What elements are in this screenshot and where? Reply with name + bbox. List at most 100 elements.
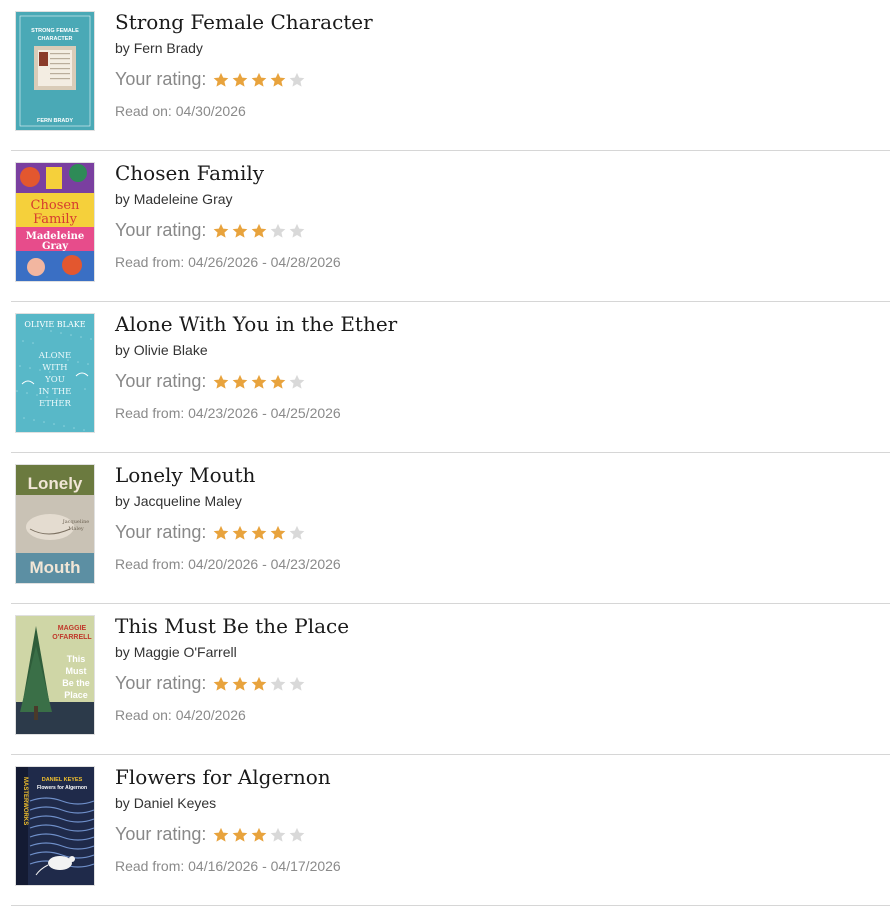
svg-text:Maley: Maley (68, 526, 84, 532)
author-prefix: by (115, 644, 130, 660)
star-filled-icon[interactable] (231, 524, 249, 542)
rating-line: Your rating: (115, 371, 307, 392)
book-cover-image[interactable]: Chosen Family Madeleine Gray (16, 163, 94, 281)
star-filled-icon[interactable] (250, 222, 268, 240)
svg-text:DANIEL KEYES: DANIEL KEYES (42, 777, 83, 783)
star-empty-icon[interactable] (288, 222, 306, 240)
star-empty-icon[interactable] (288, 373, 306, 391)
star-filled-icon[interactable] (231, 373, 249, 391)
svg-text:Gray: Gray (42, 241, 69, 252)
star-empty-icon[interactable] (269, 675, 287, 693)
star-filled-icon[interactable] (212, 524, 230, 542)
star-filled-icon[interactable] (231, 826, 249, 844)
read-dates: Read from: 04/26/2026 - 04/28/2026 (115, 254, 341, 270)
star-filled-icon[interactable] (269, 71, 287, 89)
svg-text:FERN BRADY: FERN BRADY (37, 118, 73, 124)
star-empty-icon[interactable] (288, 826, 306, 844)
book-row[interactable]: Chosen Family Madeleine Gray Chosen Family by… (11, 151, 890, 302)
svg-text:MAGGIE: MAGGIE (58, 625, 87, 632)
book-title[interactable]: Flowers for Algernon (115, 765, 331, 789)
book-cover-image[interactable]: MASTERWORKS DANIEL KEYES Flowers for Alger… (16, 767, 94, 885)
rating-label: Your rating: (115, 824, 207, 844)
star-filled-icon[interactable] (212, 373, 230, 391)
svg-text:CHARACTER: CHARACTER (38, 36, 73, 42)
read-dates: Read on: 04/20/2026 (115, 707, 246, 723)
star-filled-icon[interactable] (250, 524, 268, 542)
book-row[interactable]: OLIVIE BLAKE ALONE WITH YOU IN THE ETHER Alone… (11, 302, 890, 453)
author-name: Maggie O'Farrell (133, 644, 237, 660)
author-prefix: by (115, 40, 130, 56)
book-cover-image[interactable]: OLIVIE BLAKE ALONE WITH YOU IN THE ETHER (16, 314, 94, 432)
rating-label: Your rating: (115, 69, 207, 89)
rating-label: Your rating: (115, 371, 207, 391)
svg-text:Mouth: Mouth (30, 558, 81, 577)
star-filled-icon[interactable] (231, 675, 249, 693)
book-row[interactable]: STRONG FEMALE CHARACTER FERN BRADY Strong F… (11, 0, 890, 151)
author-name: Madeleine Gray (133, 191, 233, 207)
star-filled-icon[interactable] (212, 71, 230, 89)
read-dates: Read from: 04/23/2026 - 04/25/2026 (115, 405, 341, 421)
star-filled-icon[interactable] (250, 826, 268, 844)
book-cover-art: Lonely JacquelineMaley Mouth (16, 465, 94, 583)
star-filled-icon[interactable] (231, 222, 249, 240)
svg-text:Be the: Be the (62, 678, 90, 688)
svg-text:O'FARRELL: O'FARRELL (52, 634, 92, 641)
book-title[interactable]: This Must Be the Place (115, 614, 349, 638)
svg-text:STRONG FEMALE: STRONG FEMALE (31, 28, 79, 34)
book-cover-art: ChosenFamilyMadeleineGray (16, 163, 94, 281)
author-name: Daniel Keyes (133, 795, 217, 811)
author-prefix: by (115, 342, 130, 358)
star-filled-icon[interactable] (250, 373, 268, 391)
star-rating[interactable] (212, 826, 307, 844)
rating-label: Your rating: (115, 522, 207, 542)
star-rating[interactable] (212, 675, 307, 693)
author-name: Olivie Blake (133, 342, 208, 358)
book-author: by Maggie O'Farrell (115, 644, 237, 660)
book-title[interactable]: Alone With You in the Ether (115, 312, 397, 336)
svg-text:Chosen: Chosen (31, 198, 81, 213)
rating-line: Your rating: (115, 522, 307, 543)
star-filled-icon[interactable] (269, 373, 287, 391)
book-author: by Madeleine Gray (115, 191, 233, 207)
star-filled-icon[interactable] (212, 826, 230, 844)
read-dates: Read from: 04/16/2026 - 04/17/2026 (115, 858, 341, 874)
star-rating[interactable] (212, 373, 307, 391)
svg-text:Place: Place (64, 690, 88, 700)
book-title[interactable]: Chosen Family (115, 161, 264, 185)
star-filled-icon[interactable] (212, 222, 230, 240)
book-row[interactable]: Lonely Jacqueline Maley Mouth Lonely Mouth by… (11, 453, 890, 604)
book-author: by Jacqueline Maley (115, 493, 242, 509)
star-filled-icon[interactable] (250, 71, 268, 89)
rating-line: Your rating: (115, 220, 307, 241)
book-row[interactable]: MASTERWORKS DANIEL KEYES Flowers for Alger… (11, 755, 890, 906)
rating-line: Your rating: (115, 824, 307, 845)
svg-text:ALONE: ALONE (38, 351, 71, 361)
star-filled-icon[interactable] (231, 71, 249, 89)
star-filled-icon[interactable] (250, 675, 268, 693)
author-prefix: by (115, 795, 130, 811)
star-filled-icon[interactable] (269, 524, 287, 542)
star-rating[interactable] (212, 71, 307, 89)
author-prefix: by (115, 191, 130, 207)
star-empty-icon[interactable] (269, 222, 287, 240)
book-row[interactable]: MAGGIE O'FARRELL This Must Be the Place This M… (11, 604, 890, 755)
star-empty-icon[interactable] (269, 826, 287, 844)
svg-text:MASTERWORKS: MASTERWORKS (22, 777, 28, 825)
book-cover-image[interactable]: MAGGIE O'FARRELL This Must Be the Place (16, 616, 94, 734)
read-dates: Read on: 04/30/2026 (115, 103, 246, 119)
star-filled-icon[interactable] (212, 675, 230, 693)
star-empty-icon[interactable] (288, 524, 306, 542)
book-title[interactable]: Strong Female Character (115, 10, 373, 34)
book-author: by Olivie Blake (115, 342, 208, 358)
read-dates: Read from: 04/20/2026 - 04/23/2026 (115, 556, 341, 572)
rating-line: Your rating: (115, 673, 307, 694)
book-cover-image[interactable]: Lonely Jacqueline Maley Mouth (16, 465, 94, 583)
book-title[interactable]: Lonely Mouth (115, 463, 255, 487)
svg-text:Jacqueline: Jacqueline (62, 519, 90, 525)
star-empty-icon[interactable] (288, 675, 306, 693)
book-list: STRONG FEMALE CHARACTER FERN BRADY Strong F… (0, 0, 890, 906)
star-rating[interactable] (212, 222, 307, 240)
book-cover-image[interactable]: STRONG FEMALE CHARACTER FERN BRADY (16, 12, 94, 130)
star-empty-icon[interactable] (288, 71, 306, 89)
star-rating[interactable] (212, 524, 307, 542)
